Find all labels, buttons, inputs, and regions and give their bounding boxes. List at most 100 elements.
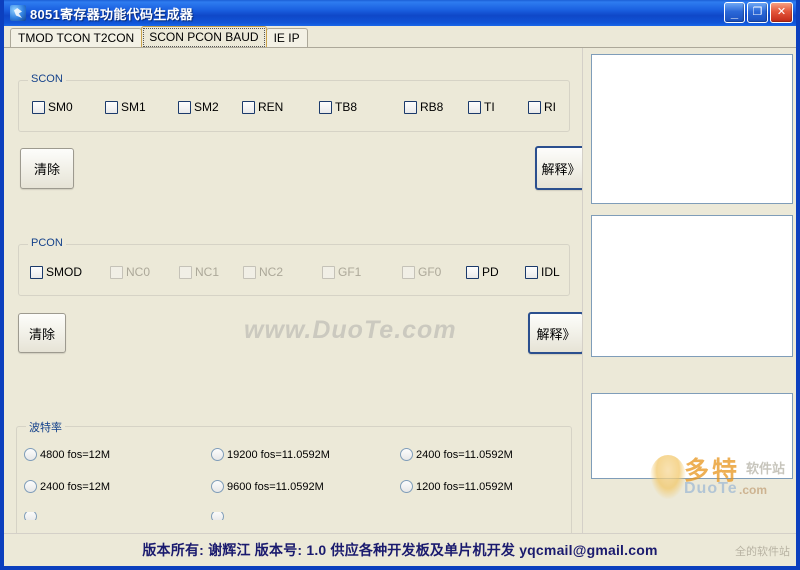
- checkbox-box-icon: [525, 265, 538, 279]
- radio-circle-icon: [24, 480, 37, 493]
- radio-label: 4800 fos=12M: [40, 448, 111, 461]
- tab-strip: TMOD TCON T2CON SCON PCON BAUD IE IP: [4, 26, 796, 48]
- radio-row-clipped-middle[interactable]: [211, 512, 227, 520]
- button-label: 解释》: [541, 161, 581, 177]
- radio-4800-12m[interactable]: 4800 fos=12M: [24, 448, 110, 461]
- checkbox-nc1[interactable]: NC1: [179, 265, 219, 279]
- checkbox-idl[interactable]: IDL: [525, 265, 560, 279]
- scon-output-textarea[interactable]: [591, 54, 793, 204]
- checkbox-nc0[interactable]: NC0: [110, 265, 150, 279]
- checkbox-gf0[interactable]: GF0: [402, 265, 441, 279]
- pcon-group-title: PCON: [28, 237, 66, 249]
- output-pane: [583, 48, 796, 533]
- radio-circle-icon: [211, 512, 224, 520]
- checkbox-box-icon: [179, 265, 192, 279]
- pcon-clear-button[interactable]: 清除: [18, 313, 66, 353]
- checkbox-box-icon: [468, 100, 481, 114]
- radio-row-clipped-left[interactable]: [24, 512, 40, 520]
- tab-ie-ip[interactable]: IE IP: [265, 28, 308, 47]
- scon-group-title: SCON: [28, 73, 66, 85]
- checkbox-ren[interactable]: REN: [242, 100, 283, 114]
- checkbox-box-icon: [32, 100, 45, 114]
- application-window: 8051寄存器功能代码生成器 _ ❐ ✕ TMOD TCON T2CON SCO…: [0, 0, 800, 570]
- checkbox-label: NC2: [259, 265, 284, 279]
- checkbox-label: REN: [258, 100, 284, 114]
- checkbox-box-icon: [30, 265, 43, 279]
- checkbox-box-icon: [528, 100, 541, 114]
- minimize-button[interactable]: _: [724, 2, 745, 23]
- checkbox-sm0[interactable]: SM0: [32, 100, 73, 114]
- close-button[interactable]: ✕: [770, 2, 793, 23]
- checkbox-box-icon: [178, 100, 191, 114]
- radio-circle-icon: [24, 512, 37, 520]
- checkbox-label: SM2: [194, 100, 219, 114]
- checkbox-label: SMOD: [46, 265, 82, 279]
- radio-label: 9600 fos=11.0592M: [227, 480, 324, 493]
- checkbox-sm2[interactable]: SM2: [178, 100, 219, 114]
- checkbox-ri[interactable]: RI: [528, 100, 556, 114]
- radio-2400-12m[interactable]: 2400 fos=12M: [24, 480, 110, 493]
- radio-19200-11m[interactable]: 19200 fos=11.0592M: [211, 448, 330, 461]
- checkbox-box-icon: [402, 265, 415, 279]
- pcon-output-textarea[interactable]: [591, 215, 793, 357]
- checkbox-nc2[interactable]: NC2: [243, 265, 283, 279]
- checkbox-tb8[interactable]: TB8: [319, 100, 357, 114]
- checkbox-label: RI: [544, 100, 556, 114]
- checkbox-gf1[interactable]: GF1: [322, 265, 361, 279]
- checkbox-box-icon: [322, 265, 335, 279]
- checkbox-box-icon: [243, 265, 256, 279]
- scon-clear-button[interactable]: 清除: [20, 148, 74, 189]
- watermark-footer-right: 全的软件站: [735, 546, 790, 558]
- checkbox-pd[interactable]: PD: [466, 265, 499, 279]
- tab-tmod-tcon-t2con[interactable]: TMOD TCON T2CON: [10, 28, 143, 47]
- checkbox-label: NC0: [126, 265, 151, 279]
- app-icon: [10, 5, 26, 21]
- checkbox-sm1[interactable]: SM1: [105, 100, 146, 114]
- footer-credits: 版本所有: 谢辉江 版本号: 1.0 供应各种开发板及单片机开发 yqcmail…: [142, 542, 658, 558]
- radio-1200-11m[interactable]: 1200 fos=11.0592M: [400, 480, 513, 493]
- checkbox-smod[interactable]: SMOD: [30, 265, 82, 279]
- checkbox-box-icon: [105, 100, 118, 114]
- radio-2400-11m[interactable]: 2400 fos=11.0592M: [400, 448, 513, 461]
- radio-circle-icon: [211, 448, 224, 461]
- radio-circle-icon: [211, 480, 224, 493]
- tab-focus-ring: [143, 28, 265, 47]
- checkbox-label: NC1: [195, 265, 220, 279]
- checkbox-box-icon: [110, 265, 123, 279]
- pcon-explain-button[interactable]: 解释》: [528, 312, 582, 354]
- checkbox-box-icon: [242, 100, 255, 114]
- maximize-icon: ❐: [752, 6, 763, 18]
- baud-output-textarea[interactable]: [591, 393, 793, 479]
- tab-label: IE IP: [273, 31, 300, 45]
- title-bar[interactable]: 8051寄存器功能代码生成器 _ ❐ ✕: [4, 0, 796, 26]
- checkbox-label: RB8: [420, 100, 444, 114]
- radio-circle-icon: [24, 448, 37, 461]
- checkbox-label: SM1: [121, 100, 146, 114]
- window-title: 8051寄存器功能代码生成器: [30, 6, 194, 22]
- checkbox-rb8[interactable]: RB8: [404, 100, 443, 114]
- baud-group-title: 波特率: [26, 419, 65, 435]
- status-footer: 版本所有: 谢辉江 版本号: 1.0 供应各种开发板及单片机开发 yqcmail…: [4, 533, 796, 566]
- radio-9600-11m[interactable]: 9600 fos=11.0592M: [211, 480, 324, 493]
- checkbox-label: GF1: [338, 265, 362, 279]
- checkbox-box-icon: [319, 100, 332, 114]
- radio-label: 2400 fos=12M: [40, 480, 111, 493]
- radio-label: 19200 fos=11.0592M: [227, 448, 330, 461]
- close-icon: ✕: [776, 6, 787, 18]
- minimize-icon: _: [730, 5, 739, 20]
- maximize-button[interactable]: ❐: [747, 2, 768, 23]
- button-label: 解释》: [536, 326, 576, 342]
- checkbox-ti[interactable]: TI: [468, 100, 495, 114]
- tab-label: TMOD TCON T2CON: [18, 31, 135, 45]
- checkbox-box-icon: [404, 100, 417, 114]
- tab-page-scon-pcon-baud: SCON SM0 SM1 SM2 REN TB8 RB8 TI RI 清除 解释…: [4, 48, 796, 533]
- checkbox-box-icon: [466, 265, 479, 279]
- radio-circle-icon: [400, 480, 413, 493]
- checkbox-label: PD: [482, 265, 499, 279]
- watermark-center-text: www.DuoTe.com: [244, 316, 457, 344]
- tab-scon-pcon-baud[interactable]: SCON PCON BAUD: [141, 26, 267, 47]
- button-label: 清除: [33, 162, 60, 177]
- checkbox-label: TB8: [335, 100, 358, 114]
- checkbox-label: IDL: [541, 265, 560, 279]
- scon-explain-button[interactable]: 解释》: [535, 146, 582, 190]
